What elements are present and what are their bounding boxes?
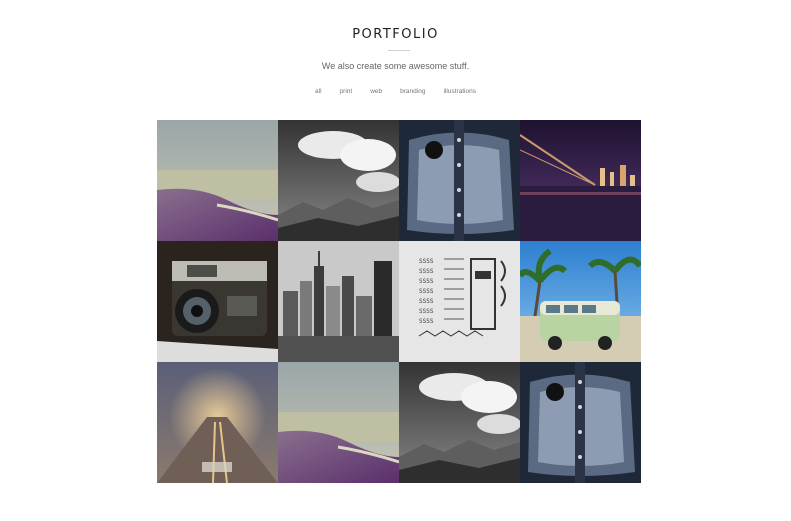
vintage-metal-photo — [520, 362, 641, 483]
vw-bus-photo — [520, 241, 641, 362]
vintage-metal-photo — [399, 120, 520, 241]
portfolio-filter-nav: all print web branding illustrations — [0, 88, 791, 95]
portfolio-grid: SSSS SSSS SSSS SSSS SSSS SSSS SSSS — [157, 120, 641, 483]
svg-text:SSSS: SSSS — [419, 268, 434, 275]
filter-all[interactable]: all — [315, 88, 322, 95]
title-divider — [388, 50, 410, 51]
svg-text:SSSS: SSSS — [419, 308, 434, 315]
mountain-clouds-photo — [399, 362, 520, 483]
portfolio-item-vintage-metal[interactable] — [399, 120, 520, 241]
svg-text:SSSS: SSSS — [419, 258, 434, 265]
portfolio-item-city-skyline[interactable] — [278, 241, 399, 362]
page-title: PORTFOLIO — [352, 27, 439, 42]
portfolio-item-typography-print[interactable]: SSSS SSSS SSSS SSSS SSSS SSSS SSSS — [399, 241, 520, 362]
filter-web[interactable]: web — [370, 88, 382, 95]
svg-text:SSSS: SSSS — [419, 278, 434, 285]
foggy-road-photo — [157, 362, 278, 483]
page-subtitle: We also create some awesome stuff. — [321, 61, 470, 71]
portfolio-item-bridge-night[interactable] — [520, 120, 641, 241]
portfolio-item-vintage-metal-2[interactable] — [520, 362, 641, 483]
svg-text:SSSS: SSSS — [419, 288, 434, 295]
portfolio-item-beach-2[interactable] — [278, 362, 399, 483]
portfolio-item-camera[interactable] — [157, 241, 278, 362]
beach-photo — [278, 362, 399, 483]
svg-text:SSSS: SSSS — [419, 318, 434, 325]
bridge-night-photo — [520, 120, 641, 241]
beach-photo — [157, 120, 278, 241]
portfolio-item-vw-bus[interactable] — [520, 241, 641, 362]
svg-text:SSSS: SSSS — [419, 298, 434, 305]
camera-photo — [157, 241, 278, 362]
mountain-clouds-photo — [278, 120, 399, 241]
filter-branding[interactable]: branding — [400, 88, 425, 95]
portfolio-item-beach[interactable] — [157, 120, 278, 241]
filter-print[interactable]: print — [340, 88, 353, 95]
city-skyline-photo — [278, 241, 399, 362]
portfolio-item-foggy-road[interactable] — [157, 362, 278, 483]
portfolio-item-mountains[interactable] — [278, 120, 399, 241]
portfolio-item-mountains-2[interactable] — [399, 362, 520, 483]
typography-print-photo: SSSS SSSS SSSS SSSS SSSS SSSS SSSS — [399, 241, 520, 362]
filter-illustrations[interactable]: illustrations — [443, 88, 476, 95]
